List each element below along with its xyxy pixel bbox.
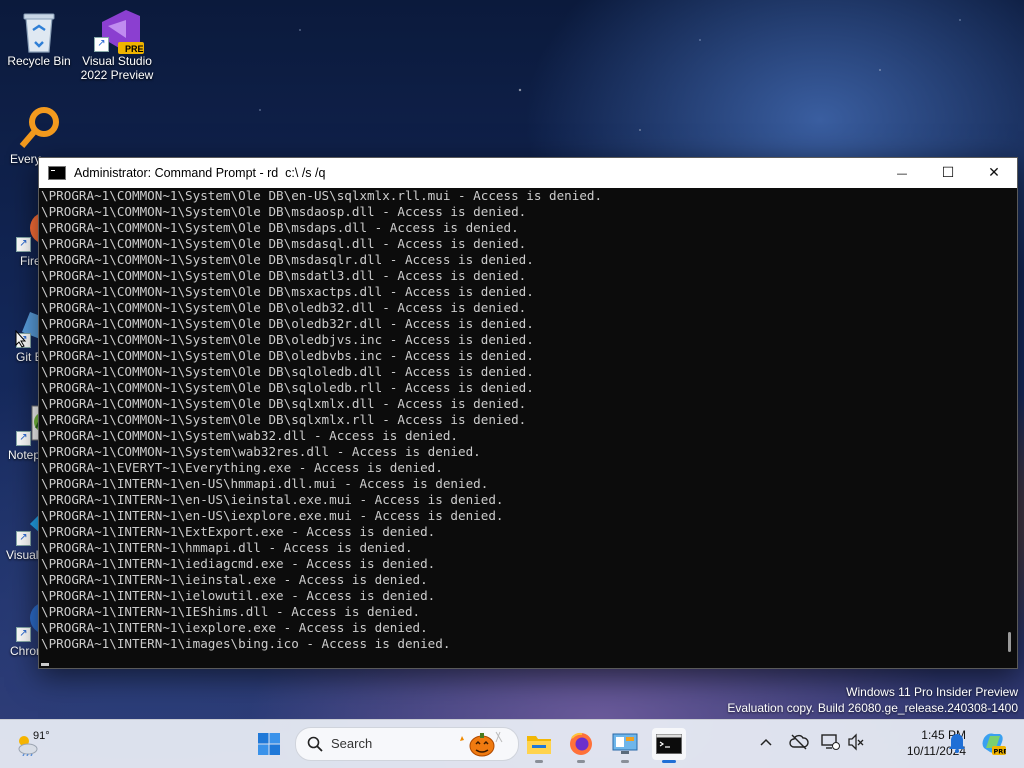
console-line: \PROGRA~1\EVERYT~1\Everything.exe - Acce… bbox=[41, 460, 443, 475]
chevron-up-icon[interactable] bbox=[760, 737, 772, 747]
minimize-button[interactable]: — bbox=[879, 158, 925, 188]
watermark-edition: Windows 11 Pro Insider Preview bbox=[846, 685, 1018, 699]
maximize-button[interactable]: ☐ bbox=[925, 158, 971, 188]
console-line: \PROGRA~1\INTERN~1\ExtExport.exe - Acces… bbox=[41, 524, 436, 539]
visual-studio-preview-icon: PRE ↗ bbox=[94, 8, 144, 54]
close-icon: ✕ bbox=[988, 165, 1000, 181]
taskbar-control-panel[interactable] bbox=[608, 728, 642, 763]
console-line: \PROGRA~1\INTERN~1\ielowutil.exe - Acces… bbox=[41, 588, 436, 603]
console-scrollbar[interactable] bbox=[999, 188, 1017, 668]
console-output[interactable]: \PROGRA~1\COMMON~1\System\Ole DB\en-US\s… bbox=[39, 188, 999, 668]
weather-widget[interactable]: 91° bbox=[16, 726, 56, 762]
running-indicator bbox=[577, 760, 585, 763]
shortcut-arrow-icon: ↗ bbox=[16, 531, 31, 546]
console-line: \PROGRA~1\COMMON~1\System\Ole DB\msxactp… bbox=[41, 284, 534, 299]
running-indicator bbox=[535, 760, 543, 763]
cloud-sync-icon[interactable] bbox=[789, 732, 809, 752]
search-icon bbox=[307, 736, 323, 752]
console-line: \PROGRA~1\COMMON~1\System\Ole DB\sqlxmlx… bbox=[41, 396, 527, 411]
volume-muted-icon[interactable] bbox=[847, 733, 865, 751]
console-line: \PROGRA~1\COMMON~1\System\Ole DB\en-US\s… bbox=[41, 188, 603, 203]
svg-text:PRE: PRE bbox=[994, 748, 1007, 756]
close-button[interactable]: ✕ bbox=[971, 158, 1017, 188]
shortcut-arrow-icon: ↗ bbox=[16, 627, 31, 642]
active-indicator bbox=[662, 760, 676, 763]
folder-icon bbox=[527, 736, 551, 754]
recycle-bin-icon bbox=[18, 8, 60, 53]
console-line: \PROGRA~1\COMMON~1\System\Ole DB\sqloled… bbox=[41, 380, 534, 395]
halloween-pumpkin-icon bbox=[460, 731, 503, 757]
console-line: \PROGRA~1\INTERN~1\iexplore.exe - Access… bbox=[41, 620, 428, 635]
desktop-icon-label: Visual Studio 2022 Preview bbox=[80, 54, 154, 82]
scrollbar-thumb[interactable] bbox=[1008, 632, 1011, 652]
shortcut-arrow-icon: ↗ bbox=[16, 237, 31, 252]
console-line: \PROGRA~1\INTERN~1\images\bing.ico - Acc… bbox=[41, 636, 451, 651]
shortcut-arrow-icon: ↗ bbox=[16, 431, 31, 446]
desktop-icon-recycle-bin[interactable]: Recycle Bin bbox=[2, 8, 76, 68]
text-cursor bbox=[41, 663, 49, 666]
taskbar: 91° Search 1:45 PM 10/11/2024 PRE bbox=[0, 719, 1024, 768]
notification-bell-icon[interactable] bbox=[948, 732, 966, 754]
desktop-icon-visual-studio-preview[interactable]: PRE ↗ Visual Studio 2022 Preview bbox=[80, 8, 154, 82]
windows-start-icon bbox=[258, 733, 280, 755]
taskbar-firefox[interactable] bbox=[564, 728, 598, 763]
console-line: \PROGRA~1\INTERN~1\IEShims.dll - Access … bbox=[41, 604, 421, 619]
console-line: \PROGRA~1\COMMON~1\System\Ole DB\msdasql… bbox=[41, 252, 534, 267]
console-line: \PROGRA~1\INTERN~1\en-US\iexplore.exe.mu… bbox=[41, 508, 504, 523]
console-line: \PROGRA~1\INTERN~1\iediagcmd.exe - Acces… bbox=[41, 556, 436, 571]
console-line: \PROGRA~1\COMMON~1\System\wab32res.dll -… bbox=[41, 444, 481, 459]
console-line: \PROGRA~1\COMMON~1\System\Ole DB\msdatl3… bbox=[41, 268, 527, 283]
console-line: \PROGRA~1\INTERN~1\en-US\hmmapi.dll.mui … bbox=[41, 476, 489, 491]
windows-watermark: Windows 11 Pro Insider Preview Evaluatio… bbox=[727, 684, 1018, 716]
taskbar-file-explorer[interactable] bbox=[522, 728, 556, 763]
command-prompt-icon bbox=[48, 166, 66, 180]
console-line: \PROGRA~1\COMMON~1\System\Ole DB\sqlxmlx… bbox=[41, 412, 527, 427]
everything-search-icon bbox=[18, 106, 60, 148]
watermark-build: Evaluation copy. Build 26080.ge_release.… bbox=[727, 701, 1018, 715]
command-prompt-window[interactable]: Administrator: Command Prompt - rd c:\ /… bbox=[38, 157, 1018, 669]
copilot-preview-icon[interactable]: PRE bbox=[980, 730, 1006, 756]
weather-temperature: 91° bbox=[33, 730, 50, 742]
preview-badge: PRE bbox=[125, 44, 144, 54]
console-line: \PROGRA~1\COMMON~1\System\Ole DB\sqloled… bbox=[41, 364, 534, 379]
mouse-pointer-icon bbox=[15, 330, 27, 348]
console-line: \PROGRA~1\INTERN~1\hmmapi.dll - Access i… bbox=[41, 540, 413, 555]
maximize-icon: ☐ bbox=[941, 165, 955, 181]
running-indicator bbox=[621, 760, 629, 763]
network-icon[interactable] bbox=[820, 732, 840, 752]
start-button[interactable] bbox=[252, 728, 286, 760]
taskbar-command-prompt[interactable] bbox=[652, 728, 686, 763]
control-panel-icon bbox=[612, 733, 638, 754]
console-line: \PROGRA~1\COMMON~1\System\wab32.dll - Ac… bbox=[41, 428, 459, 443]
console-line: \PROGRA~1\COMMON~1\System\Ole DB\msdaps.… bbox=[41, 220, 519, 235]
console-line: \PROGRA~1\COMMON~1\System\Ole DB\msdaosp… bbox=[41, 204, 527, 219]
shortcut-arrow-icon: ↗ bbox=[94, 37, 109, 52]
search-label: Search bbox=[331, 736, 373, 751]
taskbar-search-box[interactable]: Search bbox=[295, 727, 519, 761]
console-line: \PROGRA~1\COMMON~1\System\Ole DB\oledbvb… bbox=[41, 348, 534, 363]
console-line: \PROGRA~1\COMMON~1\System\Ole DB\oledb32… bbox=[41, 316, 534, 331]
console-line: \PROGRA~1\COMMON~1\System\Ole DB\oledb32… bbox=[41, 300, 527, 315]
window-title: Administrator: Command Prompt - rd c:\ /… bbox=[74, 166, 326, 180]
console-line: \PROGRA~1\INTERN~1\ieinstal.exe - Access… bbox=[41, 572, 428, 587]
desktop-icon-label: Recycle Bin bbox=[7, 54, 71, 68]
terminal-icon bbox=[656, 734, 682, 754]
window-titlebar[interactable]: Administrator: Command Prompt - rd c:\ /… bbox=[39, 158, 1017, 188]
console-line: \PROGRA~1\INTERN~1\en-US\ieinstal.exe.mu… bbox=[41, 492, 504, 507]
minimize-icon: — bbox=[896, 166, 908, 180]
console-line: \PROGRA~1\COMMON~1\System\Ole DB\oledbjv… bbox=[41, 332, 534, 347]
firefox-icon bbox=[570, 732, 592, 755]
console-line: \PROGRA~1\COMMON~1\System\Ole DB\msdasql… bbox=[41, 236, 527, 251]
